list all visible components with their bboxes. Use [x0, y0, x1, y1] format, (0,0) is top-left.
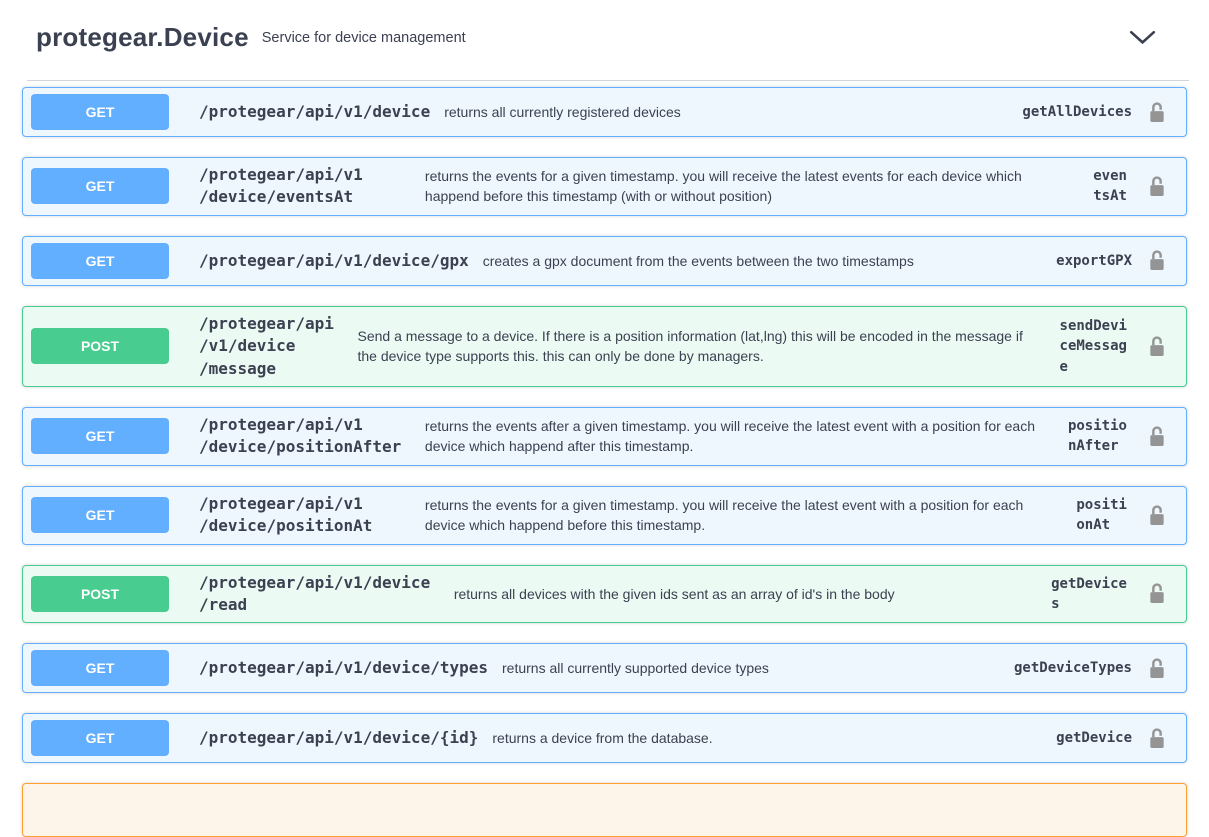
method-badge: POST [31, 576, 169, 612]
operation-id: eventsAt [1093, 166, 1132, 207]
endpoint-path: /protegear/api/v1/device [199, 101, 430, 123]
operation-row-get-positionafter[interactable]: GET /protegear/api/v1/device/positionAft… [22, 407, 1187, 466]
endpoint-description: returns all devices with the given ids s… [454, 584, 1051, 604]
endpoint-path: /protegear/api/v1/device/types [199, 657, 488, 679]
endpoint-path: /protegear/api/v1/device/message [199, 313, 343, 380]
method-badge: GET [31, 720, 169, 756]
method-badge: GET [31, 418, 169, 454]
endpoint-description: returns the events after a given timesta… [425, 416, 1068, 457]
unlock-icon [1148, 657, 1166, 680]
unlock-icon [1148, 582, 1166, 605]
unlock-icon [1148, 175, 1166, 198]
operation-row-get-gpx[interactable]: GET /protegear/api/v1/device/gpx creates… [22, 236, 1187, 286]
endpoint-description: returns the events for a given timestamp… [425, 166, 1093, 207]
method-badge: GET [31, 168, 169, 204]
endpoint-path: /protegear/api/v1/device/positionAt [199, 493, 411, 538]
operation-id: getDevice [1056, 728, 1132, 748]
method-badge: POST [31, 328, 169, 364]
operation-row-get-positionat[interactable]: GET /protegear/api/v1/device/positionAt … [22, 486, 1187, 545]
unlock-icon [1148, 425, 1166, 448]
method-badge: GET [31, 243, 169, 279]
endpoint-description: returns all currently registered devices [444, 102, 1022, 122]
endpoint-description: Send a message to a device. If there is … [357, 326, 1059, 367]
authorize-lock-button[interactable] [1148, 727, 1166, 750]
unlock-icon [1148, 727, 1166, 750]
operations-list: GET /protegear/api/v1/device returns all… [0, 81, 1209, 837]
operation-row-get-device[interactable]: GET /protegear/api/v1/device returns all… [22, 87, 1187, 137]
endpoint-description: returns a device from the database. [492, 728, 1056, 748]
service-title: protegear.Device [36, 22, 249, 53]
operation-id: exportGPX [1056, 251, 1132, 271]
method-badge: GET [31, 650, 169, 686]
operation-id: getDeviceTypes [1014, 658, 1132, 678]
operation-row-get-eventsat[interactable]: GET /protegear/api/v1/device/eventsAt re… [22, 157, 1187, 216]
method-badge: GET [31, 94, 169, 130]
endpoint-path: /protegear/api/v1/device/{id} [199, 727, 478, 749]
authorize-lock-button[interactable] [1148, 335, 1166, 358]
authorize-lock-button[interactable] [1148, 504, 1166, 527]
endpoint-description: returns the events for a given timestamp… [425, 495, 1076, 536]
authorize-lock-button[interactable] [1148, 249, 1166, 272]
method-badge: GET [31, 497, 169, 533]
endpoint-path: /protegear/api/v1/device/read [199, 572, 440, 617]
operation-id: getAllDevices [1022, 102, 1132, 122]
endpoint-path: /protegear/api/v1/device/eventsAt [199, 164, 411, 209]
authorize-lock-button[interactable] [1148, 425, 1166, 448]
operation-id: positionAt [1076, 495, 1132, 536]
unlock-icon [1148, 335, 1166, 358]
service-subtitle: Service for device management [262, 30, 466, 46]
operation-id: positionAfter [1068, 416, 1132, 457]
operation-id: sendDeviceMessage [1060, 316, 1132, 377]
chevron-down-icon [1129, 30, 1156, 45]
endpoint-path: /protegear/api/v1/device/gpx [199, 250, 469, 272]
unlock-icon [1148, 504, 1166, 527]
authorize-lock-button[interactable] [1148, 101, 1166, 124]
operation-id: getDevices [1051, 574, 1132, 615]
operation-row-get-types[interactable]: GET /protegear/api/v1/device/types retur… [22, 643, 1187, 693]
endpoint-description: returns all currently supported device t… [502, 658, 1014, 678]
endpoint-path: /protegear/api/v1/device/positionAfter [199, 414, 411, 459]
unlock-icon [1148, 249, 1166, 272]
operation-row-post-message[interactable]: POST /protegear/api/v1/device/message Se… [22, 306, 1187, 387]
operation-row-post-read[interactable]: POST /protegear/api/v1/device/read retur… [22, 565, 1187, 624]
endpoint-description: creates a gpx document from the events b… [483, 251, 1056, 271]
unlock-icon [1148, 101, 1166, 124]
authorize-lock-button[interactable] [1148, 175, 1166, 198]
authorize-lock-button[interactable] [1148, 657, 1166, 680]
authorize-lock-button[interactable] [1148, 582, 1166, 605]
collapse-section-button[interactable] [1125, 26, 1160, 49]
operation-row-get-by-id[interactable]: GET /protegear/api/v1/device/{id} return… [22, 713, 1187, 763]
service-header[interactable]: protegear.Device Service for device mana… [0, 0, 1209, 53]
operation-row-partial[interactable] [22, 783, 1187, 837]
